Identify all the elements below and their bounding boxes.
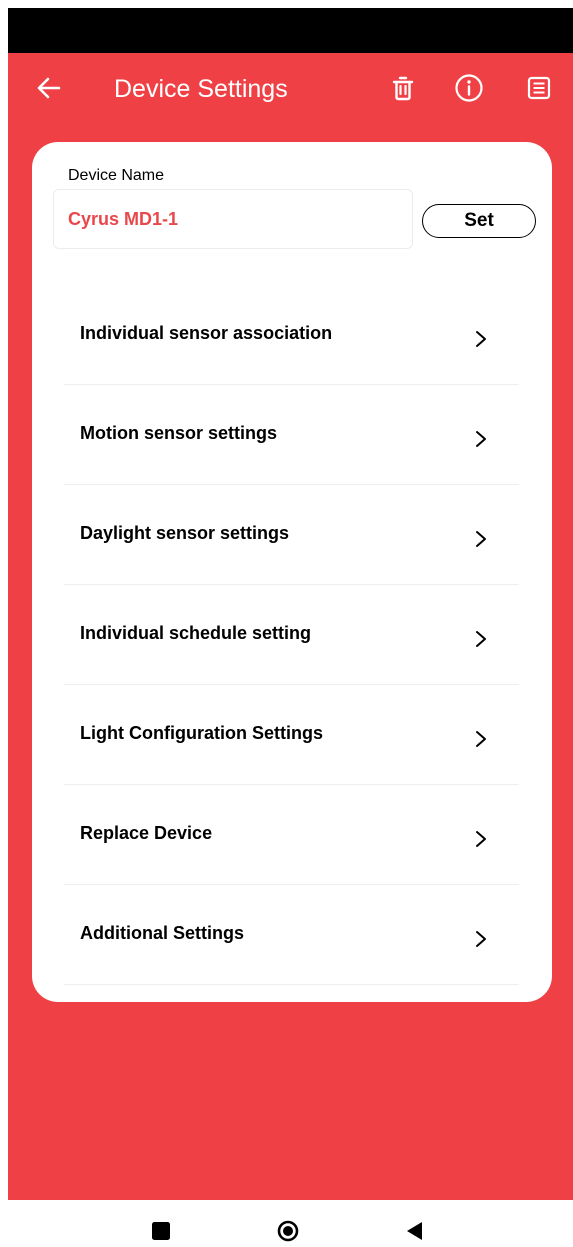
- menu-item-label: Motion sensor settings: [80, 423, 278, 443]
- chevron-right-icon: [476, 431, 486, 447]
- menu-item-schedule[interactable]: Individual schedule setting: [64, 585, 519, 685]
- back-triangle-icon: [407, 1222, 422, 1240]
- settings-card: Device Name Cyrus MD1-1 Set Individual s…: [32, 142, 552, 1002]
- menu-item-label: Additional Settings: [80, 923, 244, 943]
- app-toolbar: Device Settings: [8, 53, 573, 125]
- menu-item-label: Individual sensor association: [80, 323, 333, 343]
- chevron-right-icon: [476, 531, 486, 547]
- status-bar: [8, 8, 573, 53]
- info-icon: [455, 74, 483, 102]
- recents-square-icon: [152, 1222, 170, 1240]
- menu-item-sensor-association[interactable]: Individual sensor association: [64, 285, 519, 385]
- chevron-right-icon: [476, 731, 486, 747]
- menu-item-light-configuration[interactable]: Light Configuration Settings: [64, 685, 519, 785]
- device-name-field[interactable]: Cyrus MD1-1: [53, 189, 413, 249]
- menu-item-daylight-sensor[interactable]: Daylight sensor settings: [64, 485, 519, 585]
- page-title: Device Settings: [114, 75, 288, 103]
- menu-item-motion-sensor[interactable]: Motion sensor settings: [64, 385, 519, 485]
- home-button[interactable]: [277, 1220, 299, 1242]
- menu-item-replace-device[interactable]: Replace Device: [64, 785, 519, 885]
- system-back-button[interactable]: [404, 1220, 426, 1242]
- settings-menu: Individual sensor association Motion sen…: [64, 285, 519, 985]
- chevron-right-icon: [476, 331, 486, 347]
- system-navigation-bar: [0, 1200, 573, 1243]
- log-button[interactable]: [524, 73, 554, 103]
- menu-item-additional-settings[interactable]: Additional Settings: [64, 885, 519, 985]
- delete-button[interactable]: [388, 73, 418, 103]
- home-circle-icon: [277, 1220, 299, 1242]
- recents-button[interactable]: [150, 1220, 172, 1242]
- device-name-label: Device Name: [68, 167, 165, 184]
- trash-icon: [392, 76, 414, 101]
- menu-item-label: Daylight sensor settings: [80, 523, 290, 543]
- document-list-icon: [527, 76, 551, 100]
- menu-item-label: Replace Device: [80, 823, 213, 843]
- back-button[interactable]: [34, 73, 64, 103]
- chevron-right-icon: [476, 631, 486, 647]
- info-button[interactable]: [454, 73, 484, 103]
- menu-item-label: Light Configuration Settings: [80, 723, 323, 743]
- menu-item-label: Individual schedule setting: [80, 623, 312, 643]
- arrow-left-icon: [37, 77, 61, 99]
- chevron-right-icon: [476, 931, 486, 947]
- chevron-right-icon: [476, 831, 486, 847]
- app-screen: Device Settings Device Name Cyrus MD1-1 …: [8, 53, 573, 1200]
- set-name-button[interactable]: Set: [422, 204, 536, 238]
